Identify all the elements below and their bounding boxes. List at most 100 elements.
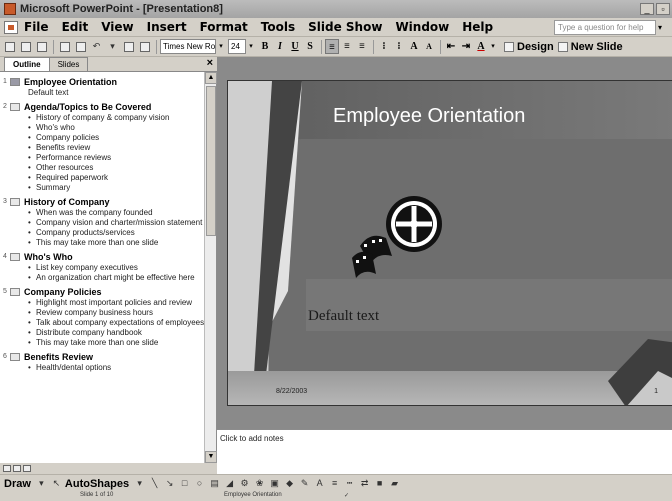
- font-name-select[interactable]: Times New Roman: [160, 39, 216, 54]
- oval-icon[interactable]: ○: [193, 477, 206, 490]
- scroll-thumb[interactable]: [206, 86, 216, 236]
- arrow-style-icon[interactable]: ⇄: [358, 477, 371, 490]
- outline-bullet[interactable]: Who's who: [24, 123, 205, 133]
- notes-pane[interactable]: Click to add notes: [217, 429, 672, 474]
- print-icon[interactable]: [57, 39, 72, 54]
- clip-art-icon[interactable]: ❀: [253, 477, 266, 490]
- outline-bullet[interactable]: Required paperwork: [24, 173, 205, 183]
- chevron-down-icon[interactable]: ▾: [658, 23, 668, 32]
- shadow-style-icon[interactable]: ■: [373, 477, 386, 490]
- wordart-icon[interactable]: ◢: [223, 477, 236, 490]
- tab-slides[interactable]: Slides: [48, 57, 89, 71]
- outline-bullet[interactable]: Distribute company handbook: [24, 328, 205, 338]
- rectangle-icon[interactable]: □: [178, 477, 191, 490]
- outline-bullet[interactable]: Benefits review: [24, 143, 205, 153]
- align-right-icon[interactable]: ≡: [355, 39, 369, 54]
- font-color-button[interactable]: A: [474, 39, 488, 54]
- text-box-icon[interactable]: ▤: [208, 477, 221, 490]
- slide-icon[interactable]: [10, 353, 20, 361]
- increase-indent-icon[interactable]: ⇥: [459, 39, 473, 54]
- slide-sorter-view-icon[interactable]: [13, 465, 21, 472]
- menu-help[interactable]: Help: [462, 20, 493, 34]
- restore-icon[interactable]: ▫: [656, 3, 670, 15]
- document-icon[interactable]: [4, 20, 18, 34]
- new-icon[interactable]: [2, 39, 17, 54]
- menu-tools[interactable]: Tools: [261, 20, 295, 34]
- numbering-icon[interactable]: ⁝: [377, 39, 391, 54]
- outline-slide-title[interactable]: Benefits Review: [24, 351, 205, 363]
- powerpoint-icon[interactable]: [4, 3, 16, 15]
- chevron-down-icon[interactable]: ▾: [489, 39, 497, 54]
- scroll-down-icon[interactable]: ▼: [205, 451, 217, 463]
- outline-slide-entry[interactable]: 1 Employee Orientation Default text: [0, 76, 205, 98]
- help-search-input[interactable]: Type a question for help: [554, 19, 656, 35]
- arrow-icon[interactable]: ↘: [163, 477, 176, 490]
- menu-insert[interactable]: Insert: [147, 20, 187, 34]
- menu-slide-show[interactable]: Slide Show: [308, 20, 382, 34]
- slide-icon[interactable]: [10, 198, 20, 206]
- copy-icon[interactable]: [73, 39, 88, 54]
- select-objects-icon[interactable]: ↖: [50, 477, 63, 490]
- bullets-icon[interactable]: ⁝: [392, 39, 406, 54]
- 3d-style-icon[interactable]: ▰: [388, 477, 401, 490]
- shadow-button[interactable]: S: [303, 39, 317, 54]
- minimize-icon[interactable]: _: [640, 3, 654, 15]
- outline-bullet[interactable]: Summary: [24, 183, 205, 193]
- align-left-icon[interactable]: ≡: [325, 39, 339, 54]
- outline-slide-title[interactable]: Agenda/Topics to Be Covered: [24, 101, 205, 113]
- insert-chart-icon[interactable]: [121, 39, 136, 54]
- tab-outline[interactable]: Outline: [4, 57, 50, 71]
- outline-bullet[interactable]: Company products/services: [24, 228, 205, 238]
- normal-view-icon[interactable]: [3, 465, 11, 472]
- bold-button[interactable]: B: [258, 39, 272, 54]
- slide-subtitle[interactable]: Default text: [308, 308, 379, 325]
- outline-list[interactable]: 1 Employee Orientation Default text 2 Agenda…: [0, 72, 205, 463]
- undo-icon[interactable]: ↶: [89, 39, 104, 54]
- fill-color-icon[interactable]: ◆: [283, 477, 296, 490]
- scroll-up-icon[interactable]: ▲: [205, 72, 217, 84]
- outline-slide-entry[interactable]: 3 History of CompanyWhen was the company …: [0, 196, 205, 248]
- outline-bullet[interactable]: Talk about company expectations of emplo…: [24, 318, 205, 328]
- table-icon[interactable]: [137, 39, 152, 54]
- outline-bullet[interactable]: When was the company founded: [24, 208, 205, 218]
- outline-bullet[interactable]: This may take more than one slide: [24, 238, 205, 248]
- underline-button[interactable]: U: [288, 39, 302, 54]
- italic-button[interactable]: I: [273, 39, 287, 54]
- line-style-icon[interactable]: ≡: [328, 477, 341, 490]
- outline-bullet[interactable]: List key company executives: [24, 263, 205, 273]
- font-size-select[interactable]: 24: [228, 39, 246, 54]
- menu-view[interactable]: View: [101, 20, 133, 34]
- autoshapes-button[interactable]: AutoShapes: [65, 478, 129, 490]
- align-center-icon[interactable]: ≡: [340, 39, 354, 54]
- line-color-icon[interactable]: ✎: [298, 477, 311, 490]
- close-icon[interactable]: ×: [207, 57, 213, 69]
- outline-bullet[interactable]: Other resources: [24, 163, 205, 173]
- menu-file[interactable]: File: [24, 20, 49, 34]
- outline-slide-title[interactable]: Who's Who: [24, 251, 205, 263]
- outline-bullet[interactable]: Company vision and charter/mission state…: [24, 218, 205, 228]
- outline-slide-entry[interactable]: 5 Company PoliciesHighlight most importan…: [0, 286, 205, 348]
- outline-bullet[interactable]: Company policies: [24, 133, 205, 143]
- slide-show-view-icon[interactable]: [23, 465, 31, 472]
- menu-format[interactable]: Format: [200, 20, 248, 34]
- outline-subtitle[interactable]: Default text: [24, 88, 205, 98]
- slide-date[interactable]: 8/22/2003: [276, 388, 307, 395]
- font-color-icon[interactable]: A: [313, 477, 326, 490]
- save-icon[interactable]: [34, 39, 49, 54]
- grow-font-button[interactable]: A: [407, 39, 421, 54]
- menu-edit[interactable]: Edit: [62, 20, 89, 34]
- slide-icon[interactable]: [10, 78, 20, 86]
- outline-slide-title[interactable]: History of Company: [24, 196, 205, 208]
- slide-icon[interactable]: [10, 253, 20, 261]
- draw-menu-button[interactable]: Draw: [4, 478, 31, 490]
- slide-icon[interactable]: [10, 103, 20, 111]
- outline-scrollbar[interactable]: ▲ ▼: [204, 72, 217, 463]
- open-icon[interactable]: [18, 39, 33, 54]
- chevron-down-icon[interactable]: ▾: [133, 477, 146, 490]
- line-icon[interactable]: ╲: [148, 477, 161, 490]
- outline-bullet[interactable]: This may take more than one slide: [24, 338, 205, 348]
- chevron-down-icon[interactable]: ▾: [217, 39, 225, 54]
- outline-slide-title[interactable]: Employee Orientation: [24, 76, 205, 88]
- slide-page-number[interactable]: 1: [654, 388, 658, 395]
- outline-bullet[interactable]: History of company & company vision: [24, 113, 205, 123]
